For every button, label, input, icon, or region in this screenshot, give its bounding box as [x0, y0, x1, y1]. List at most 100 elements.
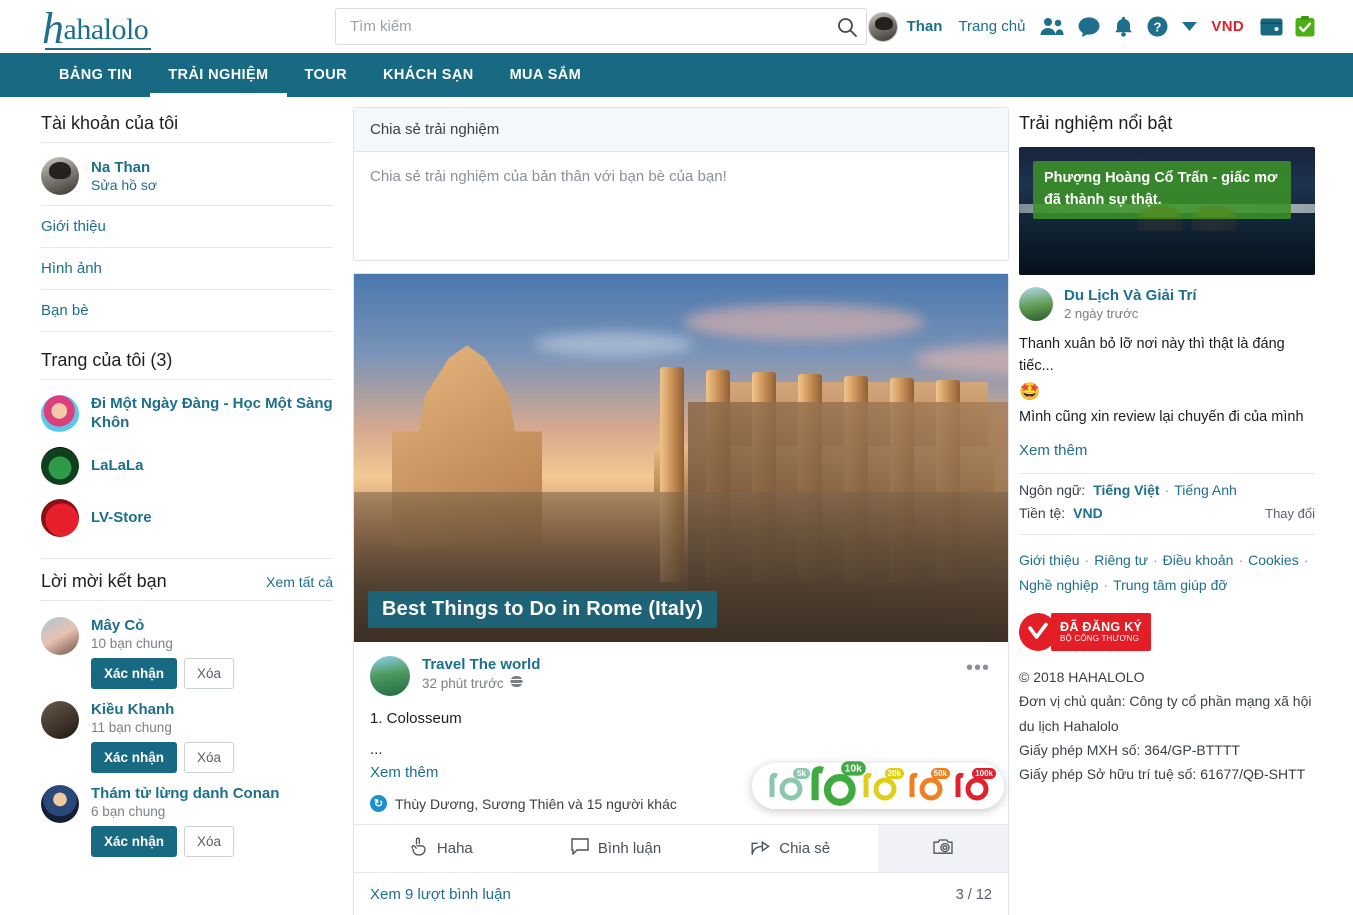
- share-icon: [751, 838, 770, 860]
- page-name[interactable]: LV-Store: [91, 509, 152, 528]
- header-username[interactable]: Than: [907, 18, 943, 35]
- footer-link-dieu-khoan[interactable]: Điều khoản: [1163, 552, 1234, 568]
- featured-section-title: Trải nghiệm nổi bật: [1019, 113, 1315, 134]
- confirm-button[interactable]: Xác nhận: [91, 826, 177, 857]
- nav-item-tour[interactable]: TOUR: [287, 53, 365, 97]
- reaction-count: 100k: [972, 768, 996, 779]
- notifications-icon[interactable]: [1114, 16, 1133, 37]
- featured-author-row[interactable]: Du Lịch Và Giải Trí 2 ngày trước: [1019, 287, 1315, 321]
- reactions-text: Thùy Dương, Sương Thiên và 15 người khác: [395, 796, 677, 812]
- avatar[interactable]: [41, 157, 79, 195]
- comment-label: Bình luận: [598, 840, 661, 857]
- footer-link-cookies[interactable]: Cookies: [1248, 552, 1299, 568]
- featured-author-name[interactable]: Du Lịch Và Giải Trí: [1064, 287, 1197, 304]
- badge-line-2: BỘ CÔNG THƯƠNG: [1060, 634, 1142, 644]
- sidebar-item-hinh-anh[interactable]: Hình ảnh: [41, 248, 333, 290]
- edit-profile-link[interactable]: Sửa hồ sơ: [91, 177, 157, 193]
- list-item[interactable]: Đi Một Ngày Đàng - Học Một Sàng Khôn: [41, 388, 333, 440]
- avatar: [41, 447, 79, 485]
- avatar[interactable]: [41, 785, 79, 823]
- wallet-icon[interactable]: [1260, 18, 1283, 36]
- share-button[interactable]: Chia sẻ: [703, 825, 878, 872]
- footer-links: Giới thiệu·Riêng tư·Điều khoản·Cookies· …: [1019, 548, 1315, 597]
- friend-name[interactable]: Kiều Khanh: [91, 701, 234, 718]
- change-currency-link[interactable]: Thay đổi: [1265, 506, 1315, 521]
- globe-icon: [510, 675, 523, 691]
- messages-icon[interactable]: [1078, 17, 1100, 37]
- page-name[interactable]: LaLaLa: [91, 457, 144, 476]
- confirm-button[interactable]: Xác nhận: [91, 742, 177, 773]
- checklist-icon[interactable]: [1295, 16, 1315, 37]
- see-all-link[interactable]: Xem tất cả: [266, 574, 333, 590]
- reaction-red-icon[interactable]: 100k: [952, 771, 990, 801]
- friend-name[interactable]: Mây Cỏ: [91, 617, 234, 634]
- sidebar-item-ban-be[interactable]: Bạn bè: [41, 290, 333, 332]
- profile-name[interactable]: Na Than: [91, 159, 157, 178]
- friend-name[interactable]: Thám tử lừng danh Conan: [91, 785, 279, 802]
- chevron-down-icon[interactable]: [1182, 22, 1197, 32]
- delete-button[interactable]: Xóa: [184, 826, 234, 857]
- reaction-mint-icon[interactable]: 5k: [766, 771, 804, 801]
- delete-button[interactable]: Xóa: [184, 742, 234, 773]
- reaction-picker-popup[interactable]: 5k 10k 20k 50k: [752, 763, 1004, 809]
- nav-item-mua-sam[interactable]: MUA SẮM: [492, 53, 600, 97]
- page-name[interactable]: Đi Một Ngày Đàng - Học Một Sàng Khôn: [91, 395, 333, 433]
- comment-button[interactable]: Bình luận: [529, 825, 704, 872]
- footer-link-rieng-tu[interactable]: Riêng tư: [1094, 552, 1148, 568]
- friend-request-buttons: Xác nhận Xóa: [91, 742, 234, 773]
- nav-item-bang-tin[interactable]: BẢNG TIN: [41, 53, 150, 97]
- search-container: [335, 8, 867, 45]
- list-item[interactable]: LaLaLa: [41, 440, 333, 492]
- reaction-count: 50k: [931, 768, 950, 779]
- haha-reaction-button[interactable]: Haha: [354, 825, 529, 872]
- divider: [1019, 534, 1315, 535]
- photo-button[interactable]: [878, 825, 1008, 872]
- more-options-icon[interactable]: •••: [966, 658, 990, 678]
- sidebar-profile[interactable]: Na Than Sửa hồ sơ: [41, 151, 333, 205]
- language-row: Ngôn ngữ: Tiếng Việt · Tiếng Anh: [1019, 482, 1315, 498]
- friends-icon[interactable]: [1040, 17, 1064, 36]
- nav-item-khach-san[interactable]: KHÁCH SẠN: [365, 53, 492, 97]
- post-author-name[interactable]: Travel The world: [422, 656, 540, 673]
- license-ip-text: Giấy phép Sở hữu trí tuệ số: 61677/QĐ-SH…: [1019, 762, 1315, 786]
- delete-button[interactable]: Xóa: [184, 658, 234, 689]
- confirm-button[interactable]: Xác nhận: [91, 658, 177, 689]
- hahalolo-logo[interactable]: hahalolo: [42, 7, 148, 47]
- view-comments-link[interactable]: Xem 9 lượt bình luận: [370, 886, 511, 903]
- reaction-yellow-icon[interactable]: 20k: [860, 771, 898, 801]
- divider: [41, 142, 333, 143]
- reaction-orange-icon[interactable]: 50k: [906, 771, 944, 801]
- nav-item-trai-nghiem[interactable]: TRẢI NGHIỆM: [150, 53, 286, 97]
- avatar[interactable]: [41, 701, 79, 739]
- water-reflection: [1019, 217, 1315, 275]
- language-vi-option[interactable]: Tiếng Việt: [1093, 482, 1159, 498]
- bo-cong-thuong-badge[interactable]: ĐÃ ĐĂNG KÝ BỘ CÔNG THƯƠNG: [1019, 613, 1164, 651]
- search-icon[interactable]: [836, 16, 858, 38]
- language-en-option[interactable]: Tiếng Anh: [1174, 482, 1237, 498]
- post-image[interactable]: Best Things to Do in Rome (Italy): [354, 274, 1008, 642]
- avatar[interactable]: [1019, 287, 1053, 321]
- composer-input[interactable]: Chia sẻ trải nghiệm của bản thân với bạn…: [354, 152, 1008, 260]
- main-navigation: BẢNG TIN TRẢI NGHIỆM TOUR KHÁCH SẠN MUA …: [0, 53, 1353, 97]
- sidebar-item-gioi-thieu[interactable]: Giới thiệu: [41, 205, 333, 248]
- footer-link-trung-tam[interactable]: Trung tâm giúp đỡ: [1113, 577, 1228, 593]
- avatar[interactable]: [868, 12, 898, 42]
- reaction-green-icon[interactable]: 10k: [806, 765, 858, 807]
- pages-section-title: Trang của tôi (3): [41, 350, 333, 371]
- featured-see-more-link[interactable]: Xem thêm: [1019, 442, 1315, 459]
- footer-link-gioi-thieu[interactable]: Giới thiệu: [1019, 552, 1080, 568]
- header-home-link[interactable]: Trang chủ: [958, 18, 1025, 35]
- post-header: Travel The world 32 phút trước •••: [354, 642, 1008, 702]
- avatar[interactable]: [370, 656, 410, 696]
- featured-image[interactable]: Phượng Hoàng Cổ Trấn - giấc mơ đã thành …: [1019, 147, 1315, 275]
- logo-h-glyph: h: [42, 11, 64, 46]
- page-body: Tài khoản của tôi Na Than Sửa hồ sơ Giới…: [0, 97, 1353, 915]
- license-mxh-text: Giấy phép MXH số: 364/GP-BTTTT: [1019, 738, 1315, 762]
- list-item[interactable]: LV-Store: [41, 492, 333, 544]
- divider: [41, 600, 333, 601]
- help-icon[interactable]: ?: [1147, 16, 1168, 37]
- search-input[interactable]: [335, 8, 867, 45]
- avatar[interactable]: [41, 617, 79, 655]
- footer-link-nghe-nghiep[interactable]: Nghề nghiệp: [1019, 577, 1098, 593]
- currency-indicator[interactable]: VND: [1211, 18, 1244, 35]
